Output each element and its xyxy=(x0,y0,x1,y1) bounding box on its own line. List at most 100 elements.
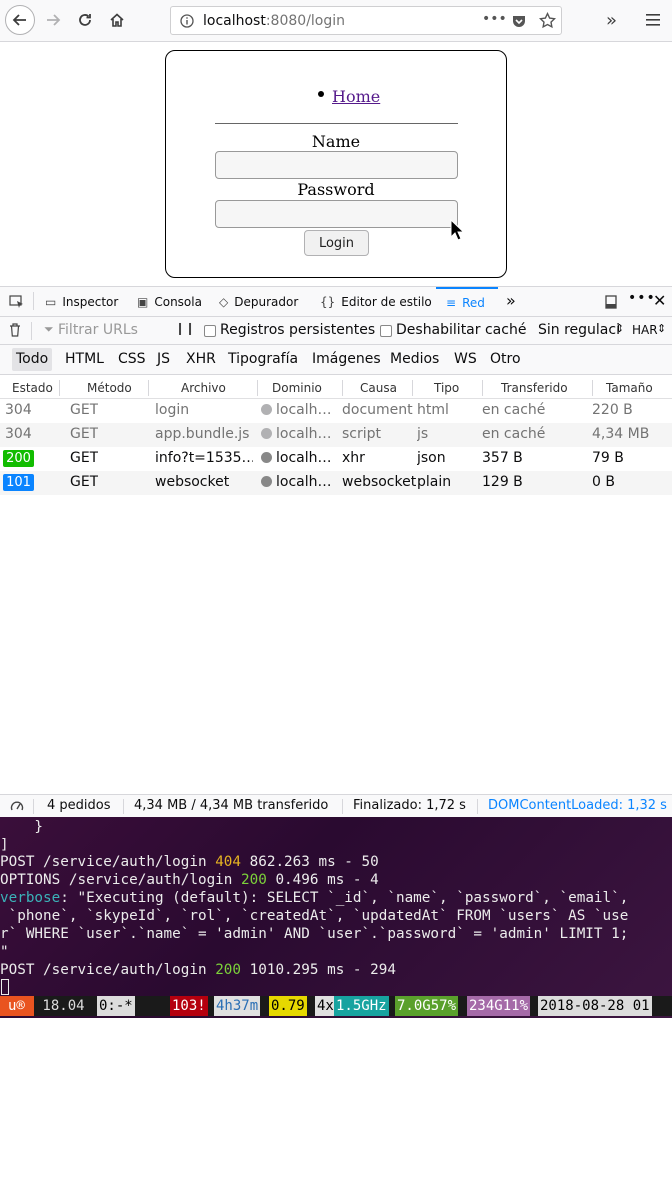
type-filter-ws[interactable]: WS xyxy=(450,348,481,371)
braces-icon: {} xyxy=(320,294,336,309)
load-average: 0.79 xyxy=(269,996,307,1016)
name-input[interactable] xyxy=(215,151,458,179)
column-separator xyxy=(148,380,149,396)
file-cell: login xyxy=(155,402,190,418)
status-code: 304 xyxy=(5,426,32,442)
tab-console[interactable]: ▣ Consola xyxy=(137,287,202,316)
transferred-cell: en caché xyxy=(482,426,546,442)
back-button[interactable] xyxy=(5,5,35,35)
status-badge: 200 xyxy=(3,450,34,467)
date-time: 2018-08-28 01 xyxy=(538,996,652,1016)
column-file[interactable]: Archivo xyxy=(181,381,226,395)
column-separator xyxy=(482,380,483,396)
globe-icon xyxy=(261,452,272,463)
log-status-code: 200 xyxy=(241,872,267,888)
type-filter-media[interactable]: Medios xyxy=(386,348,443,371)
type-filter-xhr[interactable]: XHR xyxy=(182,348,220,371)
column-separator xyxy=(412,380,413,396)
inspector-icon: ▭ xyxy=(45,294,57,309)
disk-usage: 234G11% xyxy=(467,996,531,1016)
terminal-line: verbose: "Executing (default): SELECT `_… xyxy=(0,889,628,907)
transferred-cell: 357 B xyxy=(482,450,523,466)
select-arrows-icon: ⇕ xyxy=(615,322,625,335)
home-link[interactable]: Home xyxy=(332,87,380,106)
har-menu[interactable]: HAR xyxy=(632,323,658,337)
type-filter-other[interactable]: Otro xyxy=(486,348,525,371)
overflow-chevron-icon[interactable]: » xyxy=(606,10,617,31)
page-actions-icon[interactable]: ••• xyxy=(482,11,507,27)
more-tabs-icon[interactable]: » xyxy=(506,291,516,310)
persist-checkbox[interactable] xyxy=(204,325,216,337)
more-options-icon[interactable]: ••• xyxy=(628,290,656,306)
type-filter-css[interactable]: CSS xyxy=(114,348,150,371)
pause-icon[interactable]: ❙❙ xyxy=(175,321,195,335)
type-filter-js[interactable]: JS xyxy=(153,348,174,371)
method-cell: GET xyxy=(70,402,99,418)
disable-cache-label: Deshabilitar caché xyxy=(396,322,527,338)
column-domain[interactable]: Dominio xyxy=(272,381,322,395)
separator xyxy=(342,799,343,814)
separator xyxy=(33,799,34,814)
column-type[interactable]: Tipo xyxy=(434,381,459,395)
updates-badge: 103! xyxy=(170,996,208,1016)
column-status[interactable]: Estado xyxy=(12,381,53,395)
method-cell: GET xyxy=(70,426,99,442)
url-bar[interactable]: localhost:8080/login ••• xyxy=(170,6,562,35)
url-path: :8080/login xyxy=(265,13,346,29)
column-cause[interactable]: Causa xyxy=(360,381,397,395)
throttling-select[interactable]: Sin regulaci xyxy=(538,322,620,338)
file-cell: app.bundle.js xyxy=(155,426,250,442)
terminal-cursor xyxy=(1,979,9,995)
type-filter-images[interactable]: Imágenes xyxy=(308,348,385,371)
type-filter-fonts[interactable]: Tipografía xyxy=(224,348,302,371)
dock-icon[interactable] xyxy=(605,295,617,309)
home-button[interactable] xyxy=(102,5,132,35)
log-status-code: 404 xyxy=(215,854,242,870)
terminal-line: OPTIONS /service/auth/login 200 0.496 ms… xyxy=(0,871,379,889)
column-size[interactable]: Tamaño xyxy=(606,381,653,395)
hamburger-menu-icon[interactable] xyxy=(646,13,660,27)
login-button[interactable]: Login xyxy=(304,230,369,256)
transferred-cell: en caché xyxy=(482,402,546,418)
terminal-pane[interactable]: } ] POST /service/auth/login 404 862.263… xyxy=(0,817,672,1018)
tab-style-editor[interactable]: {} Editor de estilo xyxy=(320,287,432,316)
type-cell: html xyxy=(417,402,449,418)
tmux-status-bar: u® 18.04 0:-* 103! 4h37m 0.79 4x 1.5GHz … xyxy=(0,996,672,1016)
element-picker-icon[interactable] xyxy=(9,295,24,309)
url-text: localhost:8080/login xyxy=(203,13,345,29)
trash-icon[interactable] xyxy=(9,323,21,337)
filter-input[interactable]: Filtrar URLs xyxy=(58,322,138,338)
type-filter-all[interactable]: Todo xyxy=(12,348,53,371)
tab-debugger[interactable]: ◇ Depurador xyxy=(219,287,298,316)
column-transferred[interactable]: Transferido xyxy=(501,381,568,395)
size-cell: 220 B xyxy=(592,402,633,418)
type-filter-html[interactable]: HTML xyxy=(61,348,108,371)
column-method[interactable]: Método xyxy=(87,381,132,395)
har-arrows-icon: ⇕ xyxy=(657,322,667,335)
size-cell: 4,34 MB xyxy=(592,426,650,442)
cause-cell: document xyxy=(342,402,413,418)
pocket-icon[interactable] xyxy=(511,13,527,29)
reload-button[interactable] xyxy=(70,5,100,35)
login-form: Home Name Password Login xyxy=(165,50,507,278)
type-filter-bar: Todo HTML CSS JS XHR Tipografía Imágenes… xyxy=(0,345,672,375)
tab-inspector[interactable]: ▭ Inspector xyxy=(45,287,118,316)
tab-network[interactable]: ≡ Red xyxy=(436,287,498,316)
terminal-line: } xyxy=(0,819,44,835)
forward-button[interactable] xyxy=(38,5,68,35)
column-separator xyxy=(592,380,593,396)
info-icon[interactable] xyxy=(180,14,194,28)
bookmark-star-icon[interactable] xyxy=(539,12,556,29)
disable-cache-checkbox[interactable] xyxy=(380,325,392,337)
browser-toolbar: localhost:8080/login ••• » xyxy=(0,0,672,42)
performance-icon[interactable] xyxy=(10,799,24,813)
table-row[interactable]: 101 GET websocket localh… websocket plai… xyxy=(0,471,672,495)
table-row[interactable]: 200 GET info?t=1535… localh… xhr json 35… xyxy=(0,447,672,471)
log-timing: 0.496 ms - 4 xyxy=(266,872,379,888)
table-row[interactable]: 304 GET login localh… document html en c… xyxy=(0,399,672,423)
close-icon[interactable]: ✕ xyxy=(653,291,666,310)
separator xyxy=(477,799,478,814)
table-row[interactable]: 304 GET app.bundle.js localh… script js … xyxy=(0,423,672,447)
password-input[interactable] xyxy=(215,200,458,228)
terminal-line: ] xyxy=(0,837,9,853)
